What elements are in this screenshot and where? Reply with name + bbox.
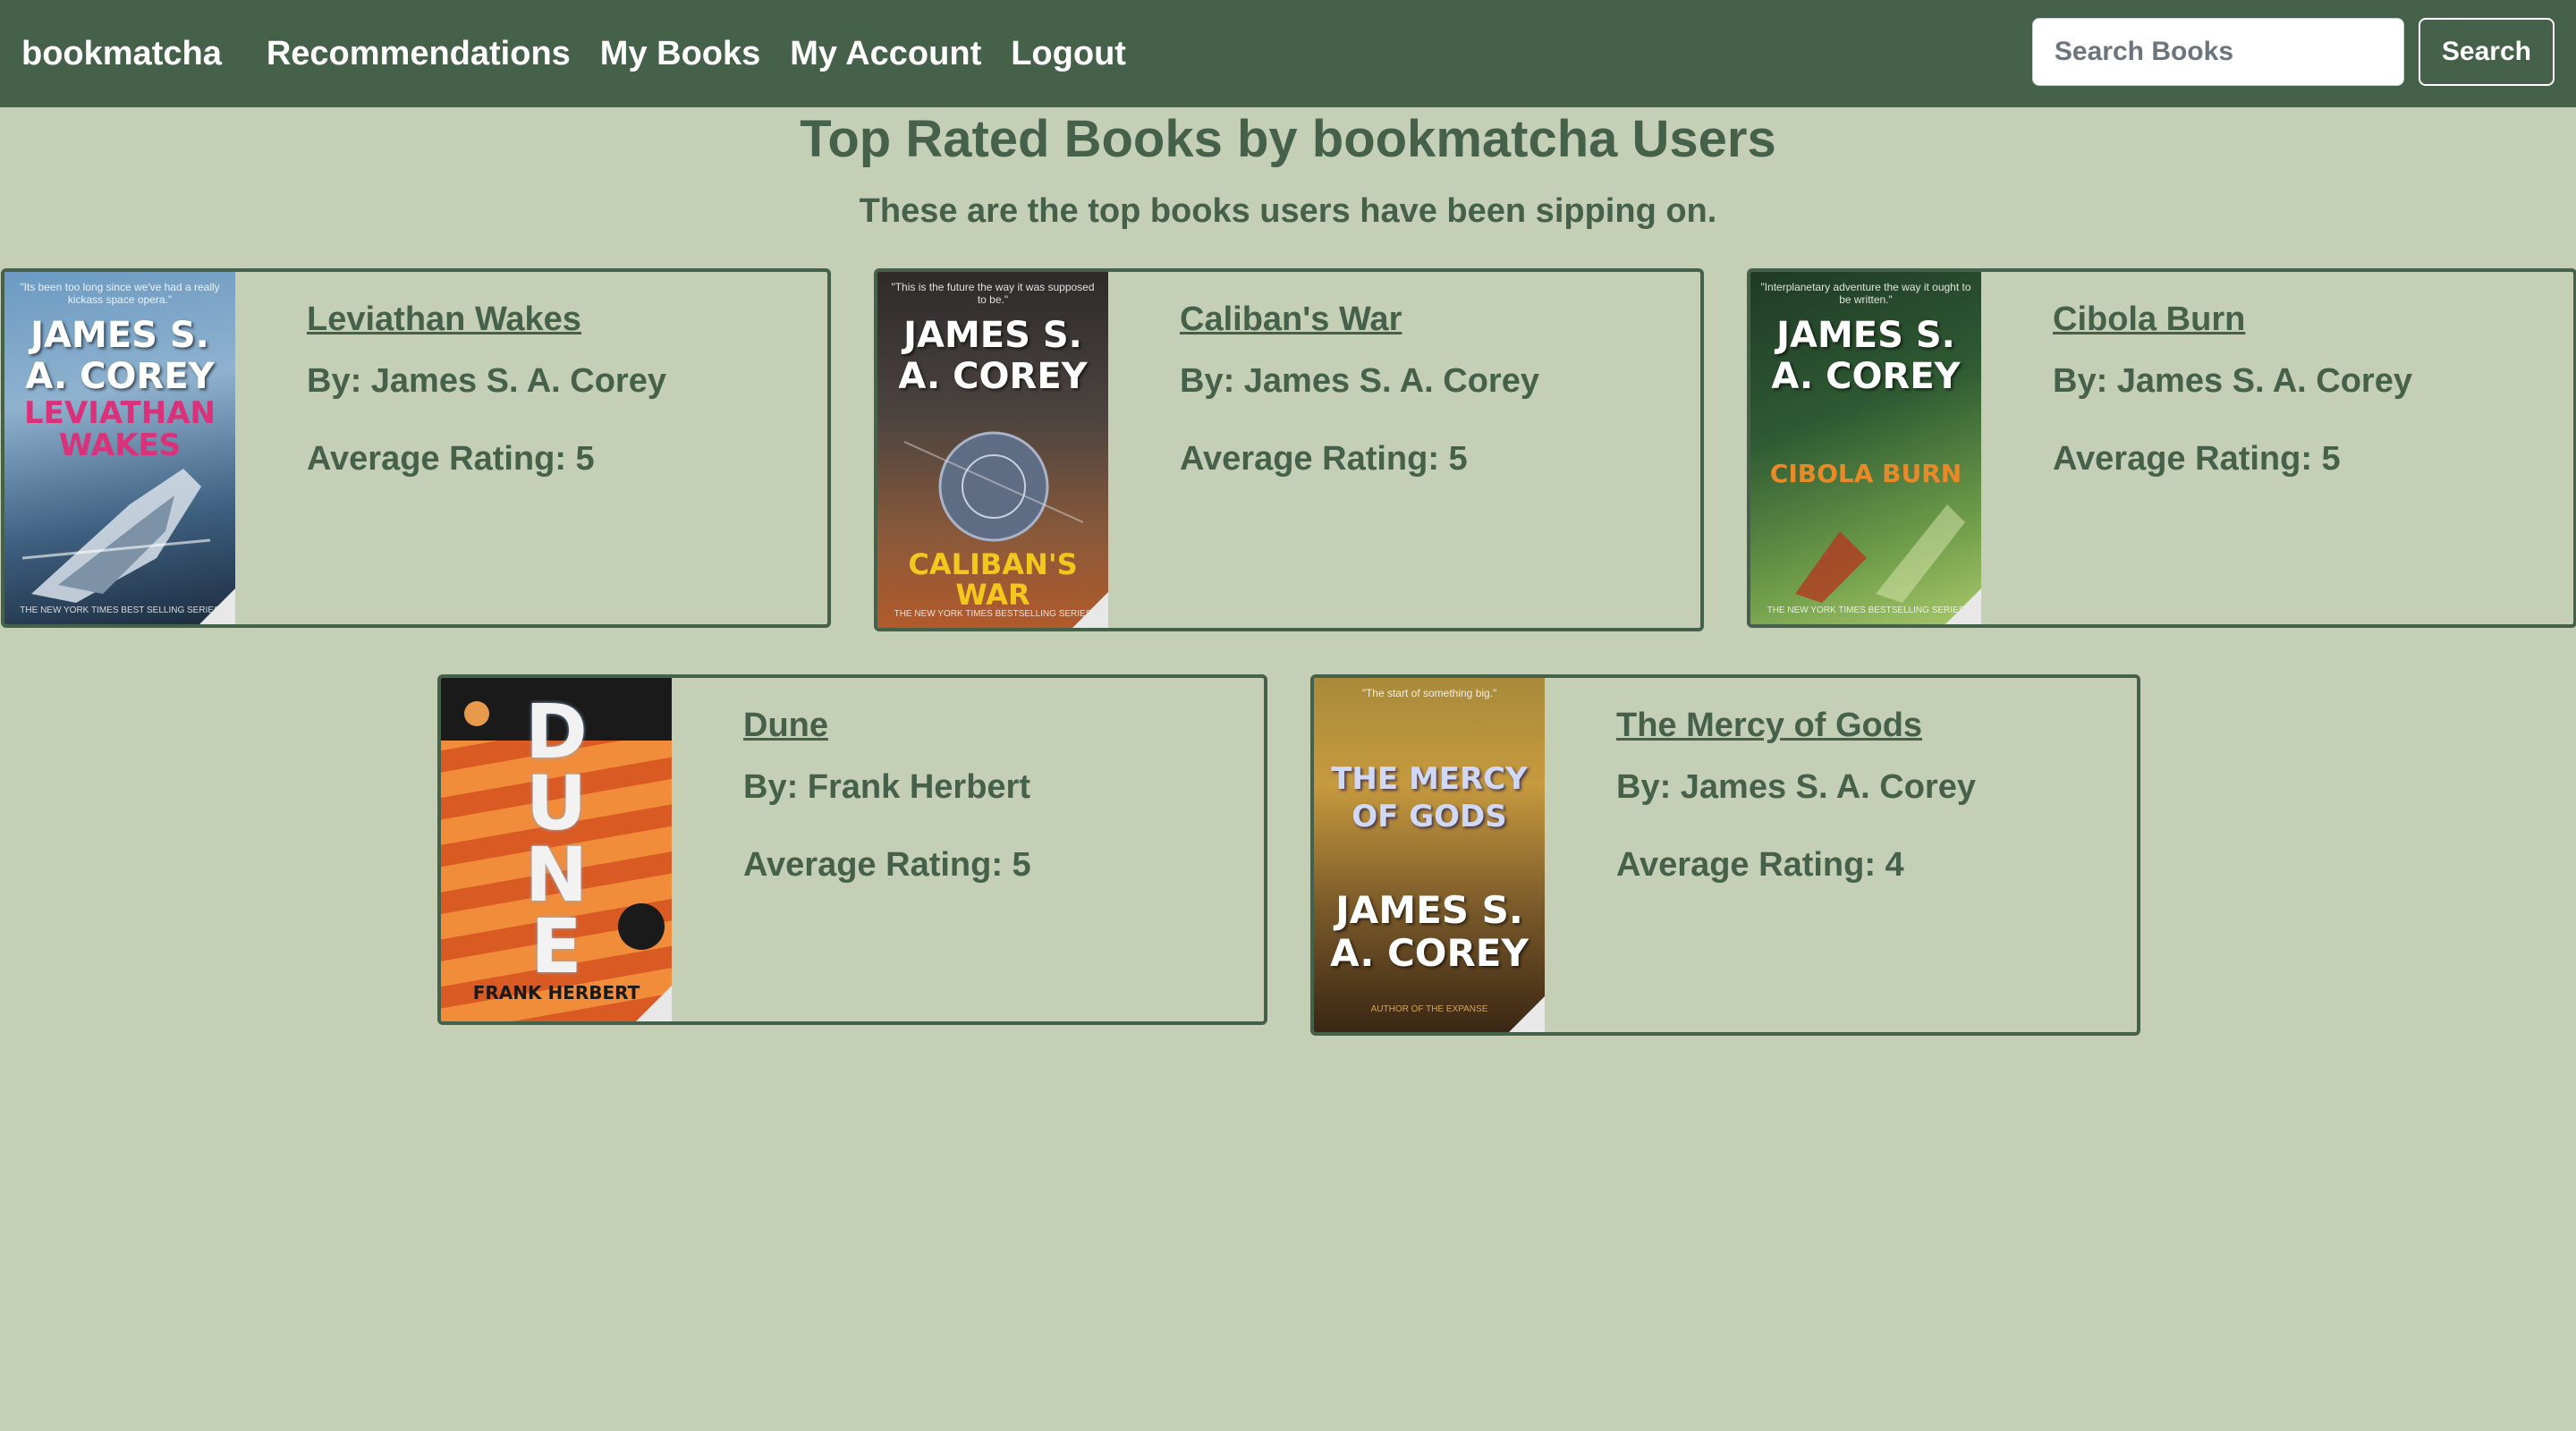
page-title: Top Rated Books by bookmatcha Users [800,110,1776,168]
navbar: bookmatcha Recommendations My Books My A… [0,0,2576,107]
book-title-link[interactable]: The Mercy of Gods [1616,707,1922,745]
nav-link-recommendations[interactable]: Recommendations [267,35,571,73]
page-curl-icon [1945,588,1981,624]
page-subtitle: These are the top books users have been … [859,192,1717,230]
book-card: "Interplanetary adventure the way it oug… [1747,268,2576,628]
badge-icon [618,903,665,950]
page-curl-icon [199,588,235,624]
spaceship-illustration [22,469,211,603]
nav-link-my-books[interactable]: My Books [600,35,760,73]
book-cover-image: "The start of something big." THE MERCY … [1314,678,1545,1032]
book-card-body: Caliban's War By: James S. A. Corey Aver… [1108,272,1539,628]
book-author: By: James S. A. Corey [1616,768,1976,806]
book-title-link[interactable]: Leviathan Wakes [307,301,581,339]
book-rating: Average Rating: 4 [1616,846,1904,884]
book-cover-image: "Interplanetary adventure the way it oug… [1750,272,1981,624]
planet-illustration [1795,504,1965,603]
search-form: Search [2031,18,2555,86]
book-card-body: The Mercy of Gods By: James S. A. Corey … [1545,678,1976,1032]
search-input[interactable] [2031,18,2404,86]
book-cover-image: DUNE FRANK HERBERT [441,678,672,1021]
book-cover-image: "Its been too long since we've had a rea… [4,272,235,624]
search-button[interactable]: Search [2418,18,2555,86]
book-title-link[interactable]: Cibola Burn [2053,301,2245,339]
book-card-body: Cibola Burn By: James S. A. Corey Averag… [1981,272,2412,624]
book-title-link[interactable]: Caliban's War [1180,301,1402,339]
book-rating: Average Rating: 5 [2053,440,2341,478]
sun-icon [464,701,489,726]
page-curl-icon [636,986,672,1021]
book-rating: Average Rating: 5 [743,846,1031,884]
book-author: By: James S. A. Corey [2053,362,2412,400]
book-author: By: James S. A. Corey [1180,362,1539,400]
nav-link-my-account[interactable]: My Account [790,35,981,73]
book-card-body: Dune By: Frank Herbert Average Rating: 5 [672,678,1031,1021]
page-curl-icon [1072,592,1108,628]
brand-link[interactable]: bookmatcha [21,35,222,73]
book-rating: Average Rating: 5 [1180,440,1468,478]
nav-link-logout[interactable]: Logout [1011,35,1126,73]
page-curl-icon [1509,996,1545,1032]
book-title-link[interactable]: Dune [743,707,828,745]
book-rating: Average Rating: 5 [307,440,595,478]
book-author: By: Frank Herbert [743,768,1030,806]
book-card: DUNE FRANK HERBERT Dune By: Frank Herber… [437,674,1267,1025]
station-illustration [904,431,1083,542]
book-card: "Its been too long since we've had a rea… [1,268,831,628]
book-card: "This is the future the way it was suppo… [874,268,1704,631]
nav-links: Recommendations My Books My Account Logo… [267,35,1156,73]
book-author: By: James S. A. Corey [307,362,666,400]
book-card-body: Leviathan Wakes By: James S. A. Corey Av… [235,272,666,624]
book-cover-image: "This is the future the way it was suppo… [877,272,1108,628]
book-card: "The start of something big." THE MERCY … [1310,674,2140,1036]
